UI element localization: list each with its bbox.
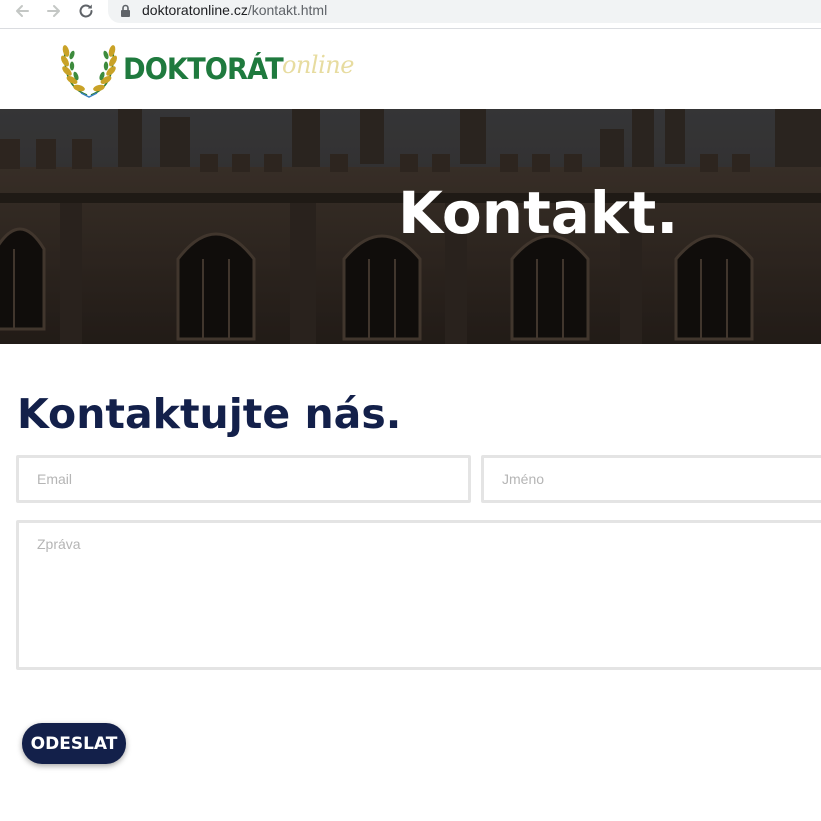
site-header: DOKTORÁT online — [0, 29, 821, 109]
reload-button[interactable] — [74, 0, 98, 22]
address-bar[interactable]: doktoratonline.cz/kontakt.html — [108, 0, 821, 23]
email-field[interactable] — [16, 455, 471, 503]
hero-title: Kontakt. — [398, 179, 679, 247]
lock-icon — [121, 4, 130, 17]
arrow-left-icon — [16, 5, 29, 17]
site-logo[interactable]: DOKTORÁT online — [57, 39, 357, 99]
message-field[interactable] — [16, 520, 821, 670]
laurel-wreath-icon — [61, 45, 117, 98]
url-host: doktoratonline.cz — [142, 2, 248, 18]
browser-toolbar: doktoratonline.cz/kontakt.html — [0, 0, 821, 29]
url-path: /kontakt.html — [247, 2, 328, 18]
arrow-right-icon — [47, 5, 60, 17]
hero-banner: Kontakt. — [0, 109, 821, 344]
contact-heading: Kontaktujte nás. — [17, 390, 402, 438]
submit-button[interactable]: ODESLAT — [22, 723, 126, 764]
logo-wordmark: DOKTORÁT — [123, 52, 284, 86]
back-button[interactable] — [10, 0, 34, 22]
reload-icon — [79, 4, 93, 18]
url-text: doktoratonline.cz/kontakt.html — [142, 2, 327, 18]
name-field[interactable] — [481, 455, 821, 503]
logo-suffix: online — [282, 51, 354, 79]
forward-button[interactable] — [42, 0, 66, 22]
